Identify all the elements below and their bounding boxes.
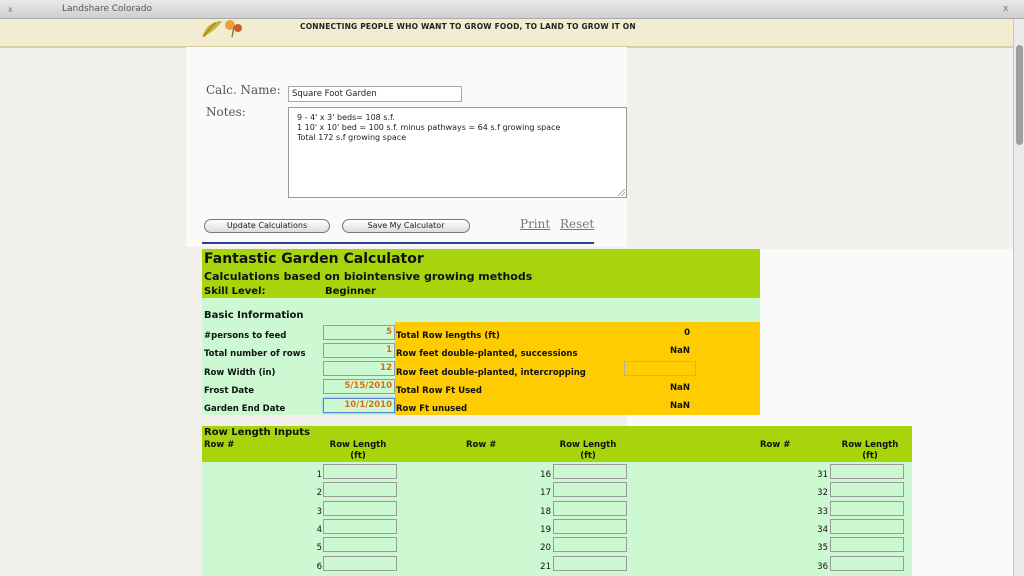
site-tagline: CONNECTING PEOPLE WHO WANT TO GROW FOOD,… [300, 22, 636, 31]
row-number: 6 [316, 562, 322, 572]
flower-logo-icon [225, 20, 242, 38]
row-length-header-label: Row Length (ft) [559, 440, 617, 461]
row-length-input[interactable] [553, 556, 627, 571]
save-calculator-button[interactable]: Save My Calculator [342, 219, 470, 233]
section-divider [202, 242, 594, 244]
calc-name-input[interactable]: Square Foot Garden [288, 86, 462, 102]
row-ft-unused-value: NaN [670, 401, 690, 411]
window-title: Landshare Colorado [62, 4, 152, 14]
row-number-header: Row # [466, 440, 497, 450]
row-length-title: Row Length Inputs [204, 427, 310, 438]
double-planted-successions-label: Row feet double-planted, successions [396, 349, 578, 359]
row-length-input[interactable] [323, 501, 397, 516]
row-length-input[interactable] [553, 482, 627, 497]
frost-date-input[interactable]: 5/15/2010 [323, 379, 395, 394]
row-number: 4 [316, 525, 322, 535]
row-number: 33 [817, 507, 828, 517]
row-number: 32 [817, 488, 828, 498]
total-row-ft-used-value: NaN [670, 383, 690, 393]
row-length-input[interactable] [830, 537, 904, 552]
row-number: 5 [316, 543, 322, 553]
row-length-input[interactable] [553, 501, 627, 516]
row-number: 35 [817, 543, 828, 553]
row-width-label: Row Width (in) [204, 368, 276, 378]
row-number: 31 [817, 470, 828, 480]
leaf-logo-icon [202, 21, 222, 38]
row-length-header-label: Row Length (ft) [841, 440, 899, 461]
site-header: CONNECTING PEOPLE WHO WANT TO GROW FOOD,… [0, 19, 1013, 48]
row-length-input[interactable] [830, 501, 904, 516]
window-close-icon[interactable]: x [1003, 4, 1008, 14]
intercropping-input[interactable] [624, 361, 696, 376]
total-row-ft-used-label: Total Row Ft Used [396, 386, 483, 396]
persons-label: #persons to feed [204, 331, 287, 341]
double-planted-successions-value: NaN [670, 346, 690, 356]
row-number: 19 [540, 525, 551, 535]
row-number: 17 [540, 488, 551, 498]
calculator-subtitle: Calculations based on biointensive growi… [204, 270, 533, 283]
row-length-input[interactable] [323, 556, 397, 571]
skill-level-label: Skill Level: [204, 286, 266, 297]
row-length-input[interactable] [830, 519, 904, 534]
notes-line: 9 - 4' x 3' beds= 108 s.f. [297, 113, 395, 122]
row-length-header-label: Row Length (ft) [329, 440, 387, 461]
row-number: 2 [316, 488, 322, 498]
print-link[interactable]: Print [520, 217, 550, 231]
resize-grip-icon[interactable] [618, 189, 625, 196]
row-ft-unused-label: Row Ft unused [396, 404, 468, 414]
calculator-title: Fantastic Garden Calculator [204, 251, 424, 267]
basic-info-title: Basic Information [204, 310, 304, 321]
page-scrollbar[interactable] [1013, 19, 1024, 576]
row-number-header: Row # [760, 440, 791, 450]
notes-line: 1 10' x 10' bed = 100 s.f. minus pathway… [297, 123, 561, 132]
row-width-input[interactable]: 12 [323, 361, 395, 376]
row-length-input[interactable] [553, 519, 627, 534]
row-number: 16 [540, 470, 551, 480]
row-number: 18 [540, 507, 551, 517]
total-row-lengths-value: 0 [684, 328, 690, 338]
double-planted-intercropping-label: Row feet double-planted, intercropping [396, 368, 586, 378]
row-number: 1 [316, 470, 322, 480]
row-length-input[interactable] [323, 537, 397, 552]
row-length-input[interactable] [323, 464, 397, 479]
tab-close-icon[interactable]: x [8, 5, 13, 14]
calc-name-label: Calc. Name: [206, 83, 281, 97]
row-length-input[interactable] [553, 464, 627, 479]
notes-textarea[interactable]: 9 - 4' x 3' beds= 108 s.f. 1 10' x 10' b… [288, 107, 627, 198]
persons-input[interactable]: 5 [323, 325, 395, 340]
row-length-input[interactable] [553, 537, 627, 552]
total-row-lengths-label: Total Row lengths (ft) [396, 331, 500, 341]
garden-end-date-input[interactable]: 10/1/2010 [323, 398, 395, 413]
reset-link[interactable]: Reset [560, 217, 594, 231]
update-calculations-button[interactable]: Update Calculations [204, 219, 330, 233]
notes-line: Total 172 s.f growing space [297, 133, 407, 142]
row-number: 34 [817, 525, 828, 535]
row-length-input[interactable] [830, 556, 904, 571]
frost-date-label: Frost Date [204, 386, 254, 396]
row-length-input[interactable] [830, 464, 904, 479]
row-length-input[interactable] [830, 482, 904, 497]
rows-label: Total number of rows [204, 349, 306, 359]
scrollbar-thumb[interactable] [1016, 45, 1023, 145]
row-number-header: Row # [204, 440, 235, 450]
rows-input[interactable]: 1 [323, 343, 395, 358]
skill-level-value: Beginner [325, 286, 376, 297]
garden-end-date-label: Garden End Date [204, 404, 286, 414]
row-length-input[interactable] [323, 482, 397, 497]
row-number: 20 [540, 543, 551, 553]
window-titlebar: x Landshare Colorado x [0, 0, 1024, 19]
row-number: 36 [817, 562, 828, 572]
row-length-input[interactable] [323, 519, 397, 534]
row-number: 3 [316, 507, 322, 517]
row-number: 21 [540, 562, 551, 572]
notes-label: Notes: [206, 105, 246, 119]
